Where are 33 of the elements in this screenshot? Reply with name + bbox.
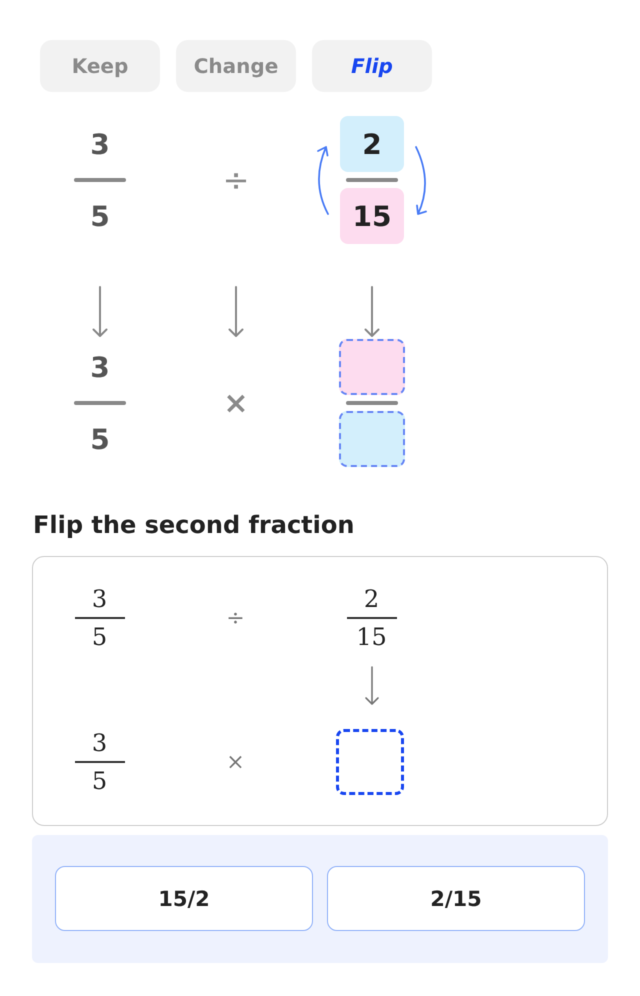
denominator: 5	[89, 422, 111, 458]
numerator: 2	[364, 584, 380, 614]
fraction-bar	[346, 178, 398, 182]
answer-choice-button[interactable]: 2/15	[327, 866, 585, 931]
denominator: 15	[356, 622, 387, 652]
empty-numerator-slot	[339, 339, 405, 395]
step-tab[interactable]: Change	[176, 40, 296, 92]
empty-denominator-slot	[339, 411, 405, 467]
division-sign: ÷	[226, 606, 245, 630]
denominator: 5	[92, 622, 108, 652]
multiplication-sign: ×	[226, 750, 245, 774]
denominator: 15	[340, 188, 404, 244]
numerator: 3	[89, 350, 111, 386]
fraction-bar	[74, 401, 126, 405]
multiplication-sign: ×	[223, 386, 249, 420]
answer-box	[336, 729, 404, 795]
denominator: 5	[89, 198, 111, 234]
numerator: 2	[340, 116, 404, 172]
down-arrow-icon	[228, 286, 244, 338]
down-arrow-icon	[364, 286, 380, 338]
step-tab[interactable]: Keep	[40, 40, 160, 92]
division-sign: ÷	[222, 161, 250, 199]
numerator: 3	[92, 728, 108, 758]
answer-choice-button[interactable]: 15/2	[55, 866, 313, 931]
question-prompt: Flip the second fraction	[33, 510, 356, 541]
numerator: 3	[92, 584, 108, 614]
down-arrow-icon	[92, 286, 108, 338]
denominator: 5	[92, 766, 108, 796]
numerator: 3	[89, 126, 111, 162]
fraction-bar	[346, 401, 398, 405]
down-arrow-icon	[364, 666, 380, 706]
step-tab[interactable]: Flip	[312, 40, 432, 92]
fraction-bar	[74, 178, 126, 182]
